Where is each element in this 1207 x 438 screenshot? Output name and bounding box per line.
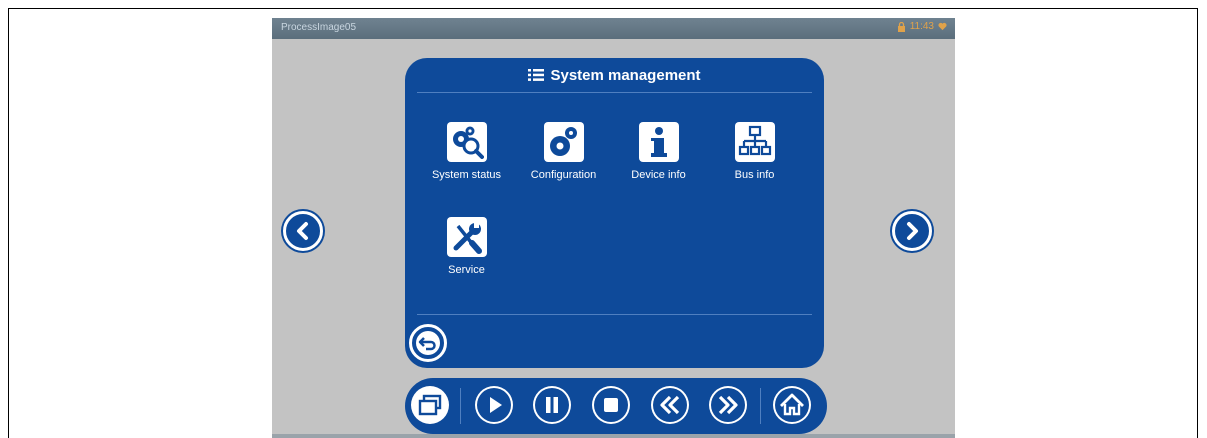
bottom-toolbar <box>405 378 827 434</box>
wrench-screwdriver-icon <box>446 217 487 257</box>
panel-title: System management <box>550 66 701 84</box>
tile-bus-info[interactable]: Bus info <box>707 122 802 202</box>
chevron-left-icon <box>297 222 308 240</box>
tile-device-info[interactable]: Device info <box>611 122 706 202</box>
list-icon <box>528 69 545 81</box>
stop-icon <box>594 388 628 422</box>
windows-icon <box>418 394 442 416</box>
info-icon <box>638 122 679 162</box>
back-arrow-icon <box>416 331 440 355</box>
network-icon <box>734 122 775 162</box>
gears-icon <box>543 122 584 162</box>
play-icon <box>477 388 511 422</box>
lock-icon <box>897 21 905 32</box>
next-page-button[interactable] <box>892 211 932 251</box>
tile-label: Configuration <box>530 169 597 181</box>
rewind-button[interactable] <box>651 386 689 424</box>
tile-label: Device info <box>631 169 686 181</box>
windows-button[interactable] <box>411 386 449 424</box>
heart-icon[interactable] <box>938 22 947 31</box>
clock: 11:43 <box>909 21 934 32</box>
title-bar: ProcessImage05 11:43 <box>272 18 955 39</box>
home-icon <box>775 388 809 422</box>
footer-divider <box>417 314 812 315</box>
status-area: 11:43 <box>897 21 947 32</box>
home-button[interactable] <box>773 386 811 424</box>
tile-label: Service <box>448 264 485 276</box>
fast-forward-icon <box>711 388 745 422</box>
play-button[interactable] <box>475 386 513 424</box>
tile-service[interactable]: Service <box>419 217 514 297</box>
rewind-icon <box>653 388 687 422</box>
pause-icon <box>535 388 569 422</box>
gears-magnifier-icon <box>446 122 487 162</box>
bottom-strip <box>272 434 955 438</box>
pause-button[interactable] <box>533 386 571 424</box>
toolbar-separator <box>460 388 461 424</box>
toolbar-separator <box>760 388 761 424</box>
tile-configuration[interactable]: Configuration <box>516 122 611 202</box>
fast-forward-button[interactable] <box>709 386 747 424</box>
chevron-right-icon <box>907 222 918 240</box>
system-management-panel: System management System status Configur… <box>405 58 824 368</box>
tile-label: System status <box>431 169 502 181</box>
header-divider <box>417 92 812 93</box>
window-title: ProcessImage05 <box>281 22 357 33</box>
back-button[interactable] <box>409 324 447 362</box>
panel-header: System management <box>405 58 824 92</box>
stop-button[interactable] <box>592 386 630 424</box>
previous-page-button[interactable] <box>283 211 323 251</box>
tile-system-status[interactable]: System status <box>419 122 514 202</box>
hmi-screen: ProcessImage05 11:43 System management S… <box>272 18 955 438</box>
tile-label: Bus info <box>734 169 775 181</box>
